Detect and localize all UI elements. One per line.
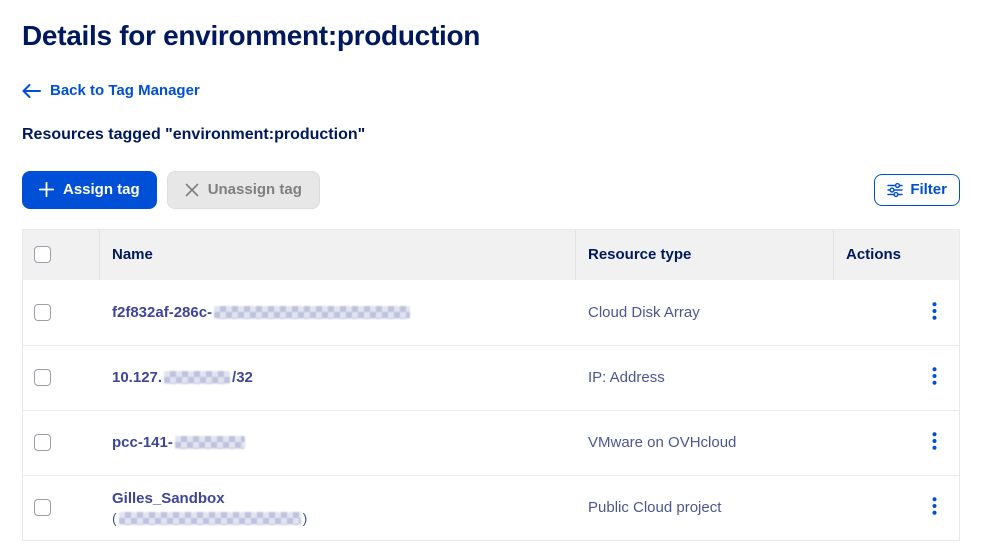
- page-subtitle: Resources tagged "environment:production…: [22, 126, 960, 144]
- resources-table: Name Resource type Actions f2f832af-286c…: [22, 229, 960, 541]
- cross-icon: [185, 183, 199, 197]
- resource-type: Cloud Disk Array: [576, 304, 834, 321]
- filter-label: Filter: [910, 181, 947, 198]
- redacted-text: [119, 512, 301, 525]
- row-checkbox[interactable]: [34, 434, 51, 451]
- unassign-tag-button[interactable]: Unassign tag: [167, 171, 320, 209]
- resource-name-text: ): [303, 510, 308, 526]
- filter-button[interactable]: Filter: [874, 174, 960, 206]
- row-actions-cell: [834, 365, 959, 391]
- row-checkbox-cell: [23, 369, 100, 386]
- table-header-checkbox-cell: [23, 230, 100, 280]
- redacted-text: [214, 306, 410, 319]
- row-actions-cell: [834, 430, 959, 456]
- table-body: f2f832af-286c- Cloud Disk Array 10.127. /…: [23, 280, 959, 540]
- row-actions-cell: [834, 299, 959, 325]
- resource-name: f2f832af-286c-: [100, 294, 576, 331]
- row-actions-cell: [834, 495, 959, 521]
- resource-name-text: Gilles_Sandbox: [112, 490, 225, 507]
- column-header-resource-type: Resource type: [576, 230, 834, 280]
- plus-icon: [39, 182, 54, 197]
- row-checkbox[interactable]: [34, 499, 51, 516]
- resource-name-text: (: [112, 510, 117, 526]
- page-title: Details for environment:production: [22, 20, 960, 52]
- table-row: pcc-141- VMware on OVHcloud: [23, 410, 959, 475]
- sliders-filter-icon: [887, 182, 903, 198]
- redacted-text: [164, 371, 230, 384]
- resource-name: Gilles_Sandbox (): [100, 480, 576, 536]
- table-row: 10.127. /32 IP: Address: [23, 345, 959, 410]
- resource-name-text: /32: [232, 369, 253, 386]
- resource-name-text: 10.127.: [112, 369, 162, 386]
- resource-name-text: f2f832af-286c-: [112, 304, 212, 321]
- toolbar: Assign tag Unassign tag: [22, 171, 960, 209]
- kebab-vertical-icon: [932, 367, 937, 388]
- resource-type: IP: Address: [576, 369, 834, 386]
- back-link-label: Back to Tag Manager: [50, 82, 200, 99]
- row-checkbox[interactable]: [34, 369, 51, 386]
- table-header-row: Name Resource type Actions: [23, 230, 959, 280]
- assign-tag-label: Assign tag: [63, 181, 140, 198]
- arrow-left-icon: [22, 84, 41, 98]
- resource-name: 10.127. /32: [100, 359, 576, 396]
- resource-type: Public Cloud project: [576, 499, 834, 516]
- row-actions-menu-button[interactable]: [921, 299, 947, 325]
- row-checkbox[interactable]: [34, 304, 51, 321]
- resource-type: VMware on OVHcloud: [576, 434, 834, 451]
- table-row: Gilles_Sandbox () Public Cloud project: [23, 475, 959, 540]
- resource-name: pcc-141-: [100, 424, 576, 461]
- column-header-actions: Actions: [834, 230, 959, 280]
- table-row: f2f832af-286c- Cloud Disk Array: [23, 280, 959, 345]
- resource-name-text: pcc-141-: [112, 434, 173, 451]
- row-actions-menu-button[interactable]: [921, 365, 947, 391]
- select-all-checkbox[interactable]: [34, 246, 51, 263]
- unassign-tag-label: Unassign tag: [208, 181, 302, 198]
- redacted-text: [175, 436, 245, 449]
- page: Details for environment:production Back …: [0, 0, 982, 558]
- assign-tag-button[interactable]: Assign tag: [22, 171, 157, 209]
- row-checkbox-cell: [23, 434, 100, 451]
- row-checkbox-cell: [23, 499, 100, 516]
- row-actions-menu-button[interactable]: [921, 495, 947, 521]
- row-checkbox-cell: [23, 304, 100, 321]
- kebab-vertical-icon: [932, 432, 937, 453]
- column-header-name: Name: [100, 230, 576, 280]
- back-to-tag-manager-link[interactable]: Back to Tag Manager: [22, 82, 200, 99]
- kebab-vertical-icon: [932, 497, 937, 518]
- kebab-vertical-icon: [932, 302, 937, 323]
- row-actions-menu-button[interactable]: [921, 430, 947, 456]
